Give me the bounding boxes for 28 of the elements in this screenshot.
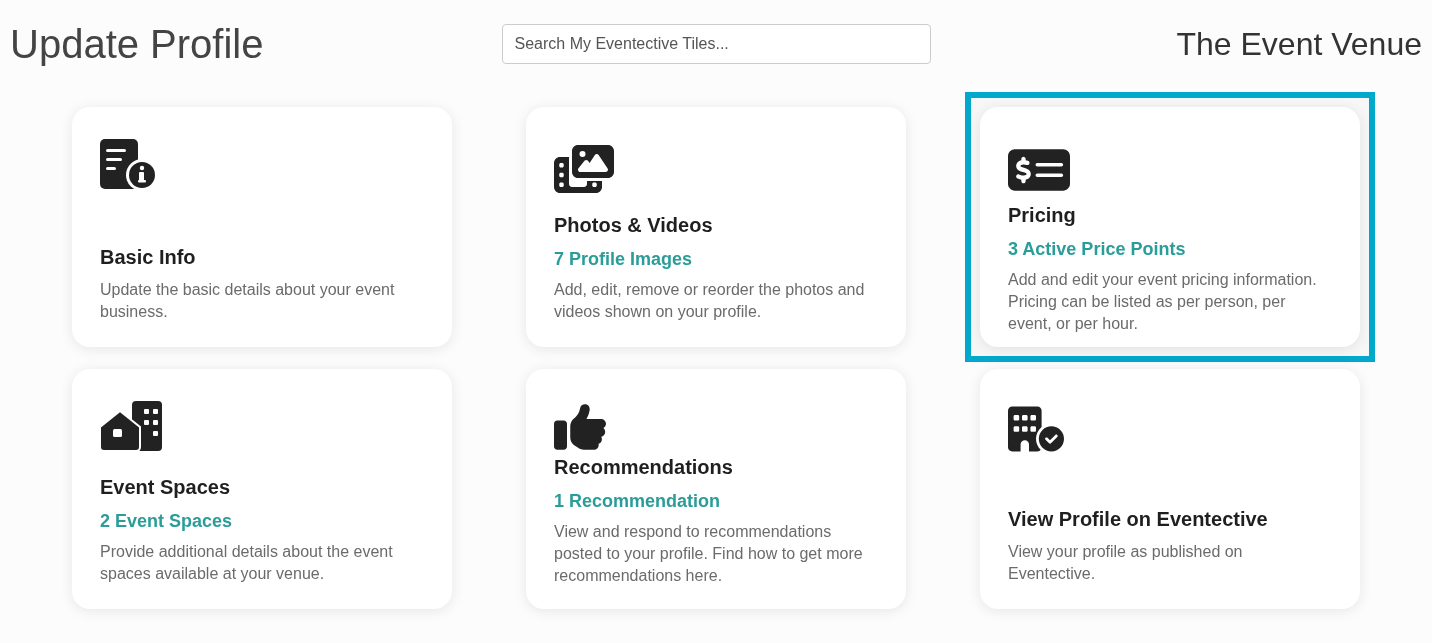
tile-stat: 3 Active Price Points (1008, 238, 1187, 261)
profile-tile[interactable]: Recommendations 1 Recommendation View and respond to recommendations posted to your profile. Find how to get more recommendations here. (526, 369, 906, 609)
tile-description: Add, edit, remove or reorder the photos and videos shown on your profile. (554, 280, 866, 322)
tile-description: Add and edit your event pricing information. Pricing can be listed as per person, per event, or per hour. (1008, 270, 1318, 334)
tile-description: View your profile as published on Eventective. (1008, 542, 1244, 584)
thumbs-up-icon (554, 401, 606, 453)
profile-tile[interactable]: Photos & Videos 7 Profile Images Add, edit, remove or reorder the photos and videos shown on your profile. (526, 107, 906, 347)
tile-title: Event Spaces (100, 475, 232, 500)
tile-description: Update the basic details about your event business. (100, 280, 396, 322)
house-building-icon (100, 401, 162, 451)
search-field[interactable]: Search My Eventective Tiles... (501, 24, 931, 64)
tile-description: View and respond to recommendations posted to your profile. Find how to get more recommendations here. (554, 522, 864, 586)
profile-tile[interactable]: Pricing 3 Active Price Points Add and edit your event pricing information. Pricing can be listed as per person, per event, or per hour. (980, 107, 1360, 347)
document-info-icon (100, 139, 158, 191)
tile-title: Photos & Videos (554, 213, 714, 238)
tile-title: Recommendations (554, 455, 734, 480)
tile-stat: 1 Recommendation (554, 490, 722, 513)
tile-title: View Profile on Eventective (1008, 507, 1269, 532)
tile-stat: 2 Event Spaces (100, 510, 234, 533)
venue-name: The Event Venue (1175, 25, 1422, 64)
tile-description: Provide additional details about the event spaces available at your venue. (100, 542, 394, 584)
page-title: Update Profile (10, 21, 265, 68)
tile-title: Pricing (1008, 203, 1077, 228)
tile-stat: 7 Profile Images (554, 248, 694, 271)
tile-title: Basic Info (100, 245, 197, 270)
profile-tile[interactable]: Event Spaces 2 Event Spaces Provide additional details about the event spaces available at your venue. (72, 369, 452, 609)
profile-tile[interactable]: View Profile on Eventective View your profile as published on Eventective. (980, 369, 1360, 609)
profile-tile[interactable]: Basic Info Update the basic details about your event business. (72, 107, 452, 347)
